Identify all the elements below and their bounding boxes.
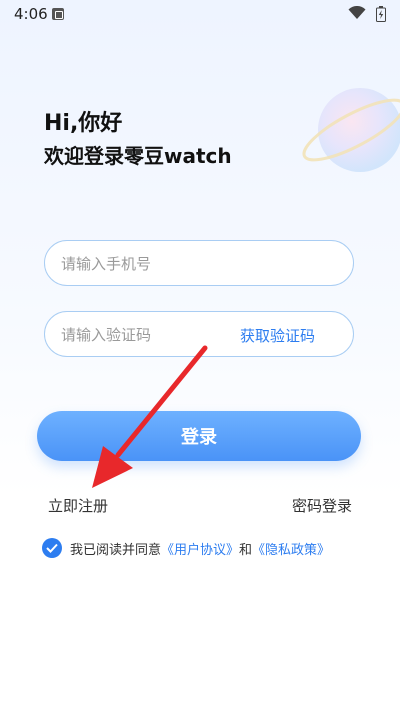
verification-code-input[interactable] [59, 312, 243, 358]
checkmark-icon [46, 543, 58, 553]
welcome-subtitle: 欢迎登录零豆watch [44, 144, 232, 168]
register-link[interactable]: 立即注册 [48, 495, 108, 516]
agreement-text: 我已阅读并同意 [70, 542, 162, 558]
status-time: 4:06 [14, 5, 48, 23]
login-button[interactable]: 登录 [37, 411, 361, 461]
get-code-button[interactable]: 获取验证码 [240, 325, 315, 346]
battery-charging-icon [376, 6, 386, 22]
privacy-policy-link[interactable]: 《隐私政策》 [252, 539, 330, 558]
notification-a-icon [52, 8, 64, 20]
agreement-and-text: 和 [239, 542, 253, 558]
status-bar: 4:06 [0, 0, 400, 28]
wifi-icon [348, 6, 366, 19]
planet-illustration [302, 88, 400, 172]
password-login-link[interactable]: 密码登录 [292, 495, 352, 516]
agreement-checkbox[interactable] [42, 538, 62, 558]
greeting-title: Hi,你好 [44, 111, 123, 136]
phone-input[interactable] [59, 241, 243, 287]
phone-field[interactable] [44, 240, 354, 287]
agreement-row: 我已阅读并同意 《用户协议》 和 《隐私政策》 [42, 538, 330, 558]
user-agreement-link[interactable]: 《用户协议》 [161, 539, 239, 558]
verification-code-field[interactable]: 获取验证码 [44, 311, 354, 358]
